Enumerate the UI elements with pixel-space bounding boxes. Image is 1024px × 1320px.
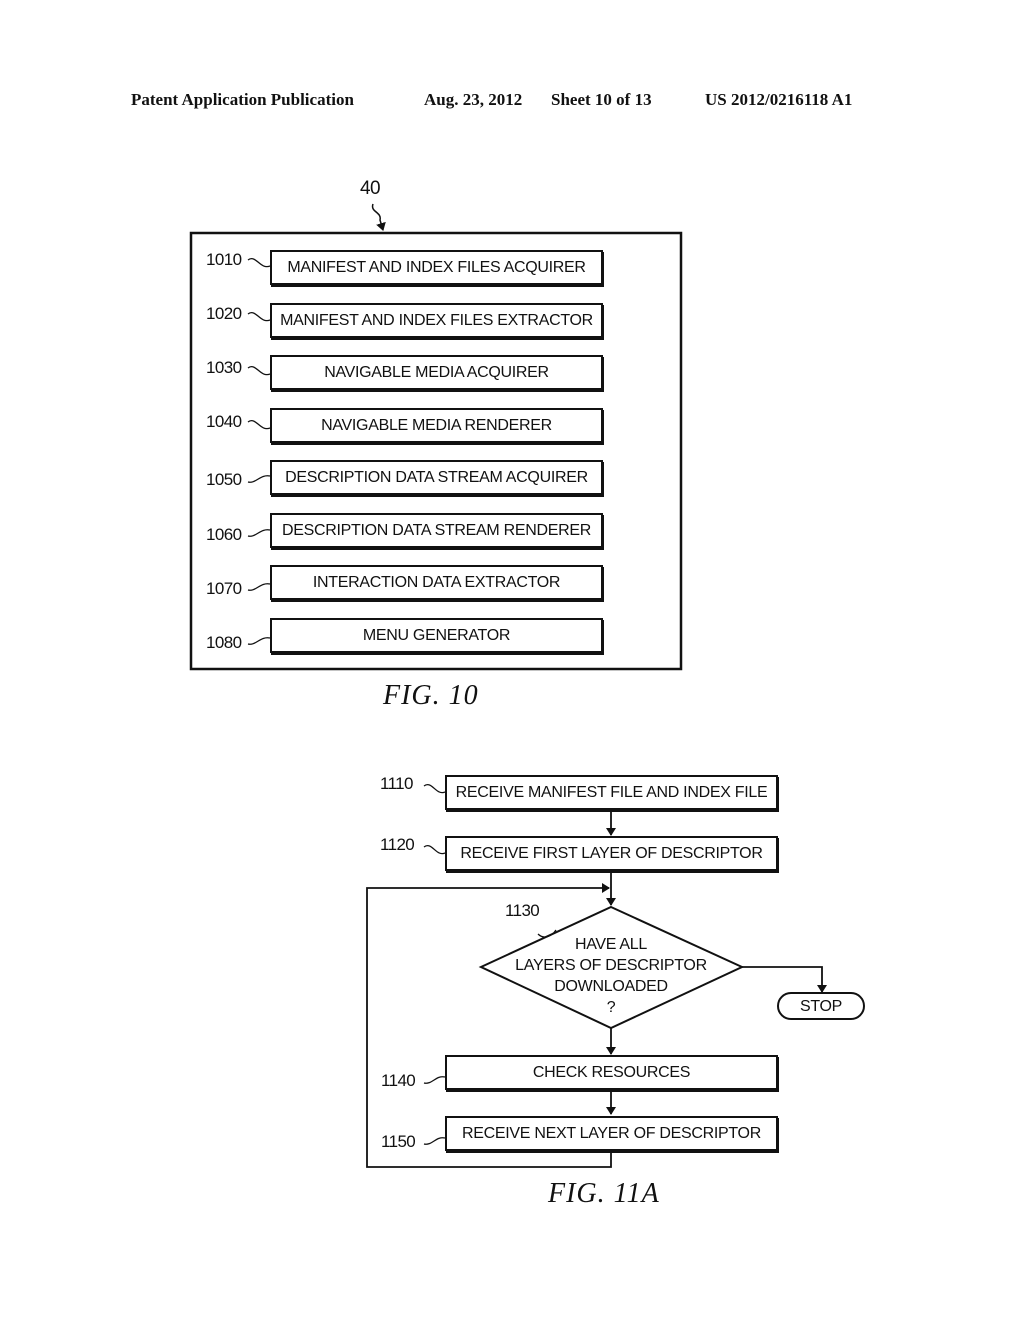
module-box: NAVIGABLE MEDIA ACQUIRER <box>270 355 603 390</box>
module-box: MANIFEST AND INDEX FILES EXTRACTOR <box>270 303 603 338</box>
module-ref-number: 1050 <box>206 470 242 489</box>
stop-terminal-label: STOP <box>799 998 843 1015</box>
module-ref-number: 1010 <box>206 250 242 269</box>
module-box: MENU GENERATOR <box>270 618 603 653</box>
module-ref-number: 1030 <box>206 358 242 377</box>
module-box: INTERACTION DATA EXTRACTOR <box>270 565 603 600</box>
step-box: RECEIVE FIRST LAYER OF DESCRIPTOR <box>445 836 778 871</box>
step-ref-number: 1110 <box>380 774 414 793</box>
module-box: DESCRIPTION DATA STREAM RENDERER <box>270 513 603 548</box>
module-ref-number: 1040 <box>206 412 242 431</box>
step-ref-number: 1140 <box>381 1071 416 1090</box>
fig11a-caption: FIG. 11A <box>548 1178 660 1209</box>
fig10-caption: FIG. 10 <box>383 680 479 711</box>
decision-ref-number: 1130 <box>505 901 540 920</box>
step-box: RECEIVE MANIFEST FILE AND INDEX FILE <box>445 775 778 810</box>
step-ref-number: 1150 <box>381 1132 416 1151</box>
container-ref-number: 40 <box>360 178 381 199</box>
fig10-container-box <box>189 231 683 671</box>
fig10-leader-lines <box>247 258 271 645</box>
module-box: MANIFEST AND INDEX FILES ACQUIRER <box>270 250 603 285</box>
decision-line: HAVE ALL <box>574 936 647 953</box>
module-ref-number: 1070 <box>206 579 242 598</box>
step-box: RECEIVE NEXT LAYER OF DESCRIPTOR <box>445 1116 778 1151</box>
step-ref-number: 1120 <box>380 835 415 854</box>
module-ref-number: 1080 <box>206 633 242 652</box>
module-box: NAVIGABLE MEDIA RENDERER <box>270 408 603 443</box>
decision-line: ? <box>606 999 616 1016</box>
module-ref-number: 1020 <box>206 304 242 323</box>
container-ref-pointer <box>371 203 386 231</box>
module-box: DESCRIPTION DATA STREAM ACQUIRER <box>270 460 603 495</box>
step-box: CHECK RESOURCES <box>445 1055 778 1090</box>
decision-line: LAYERS OF DESCRIPTOR <box>515 957 707 974</box>
decision-line: DOWNLOADED <box>554 978 668 995</box>
decision-text: HAVE ALL LAYERS OF DESCRIPTOR DOWNLOADED… <box>491 934 731 1018</box>
module-ref-number: 1060 <box>206 525 242 544</box>
